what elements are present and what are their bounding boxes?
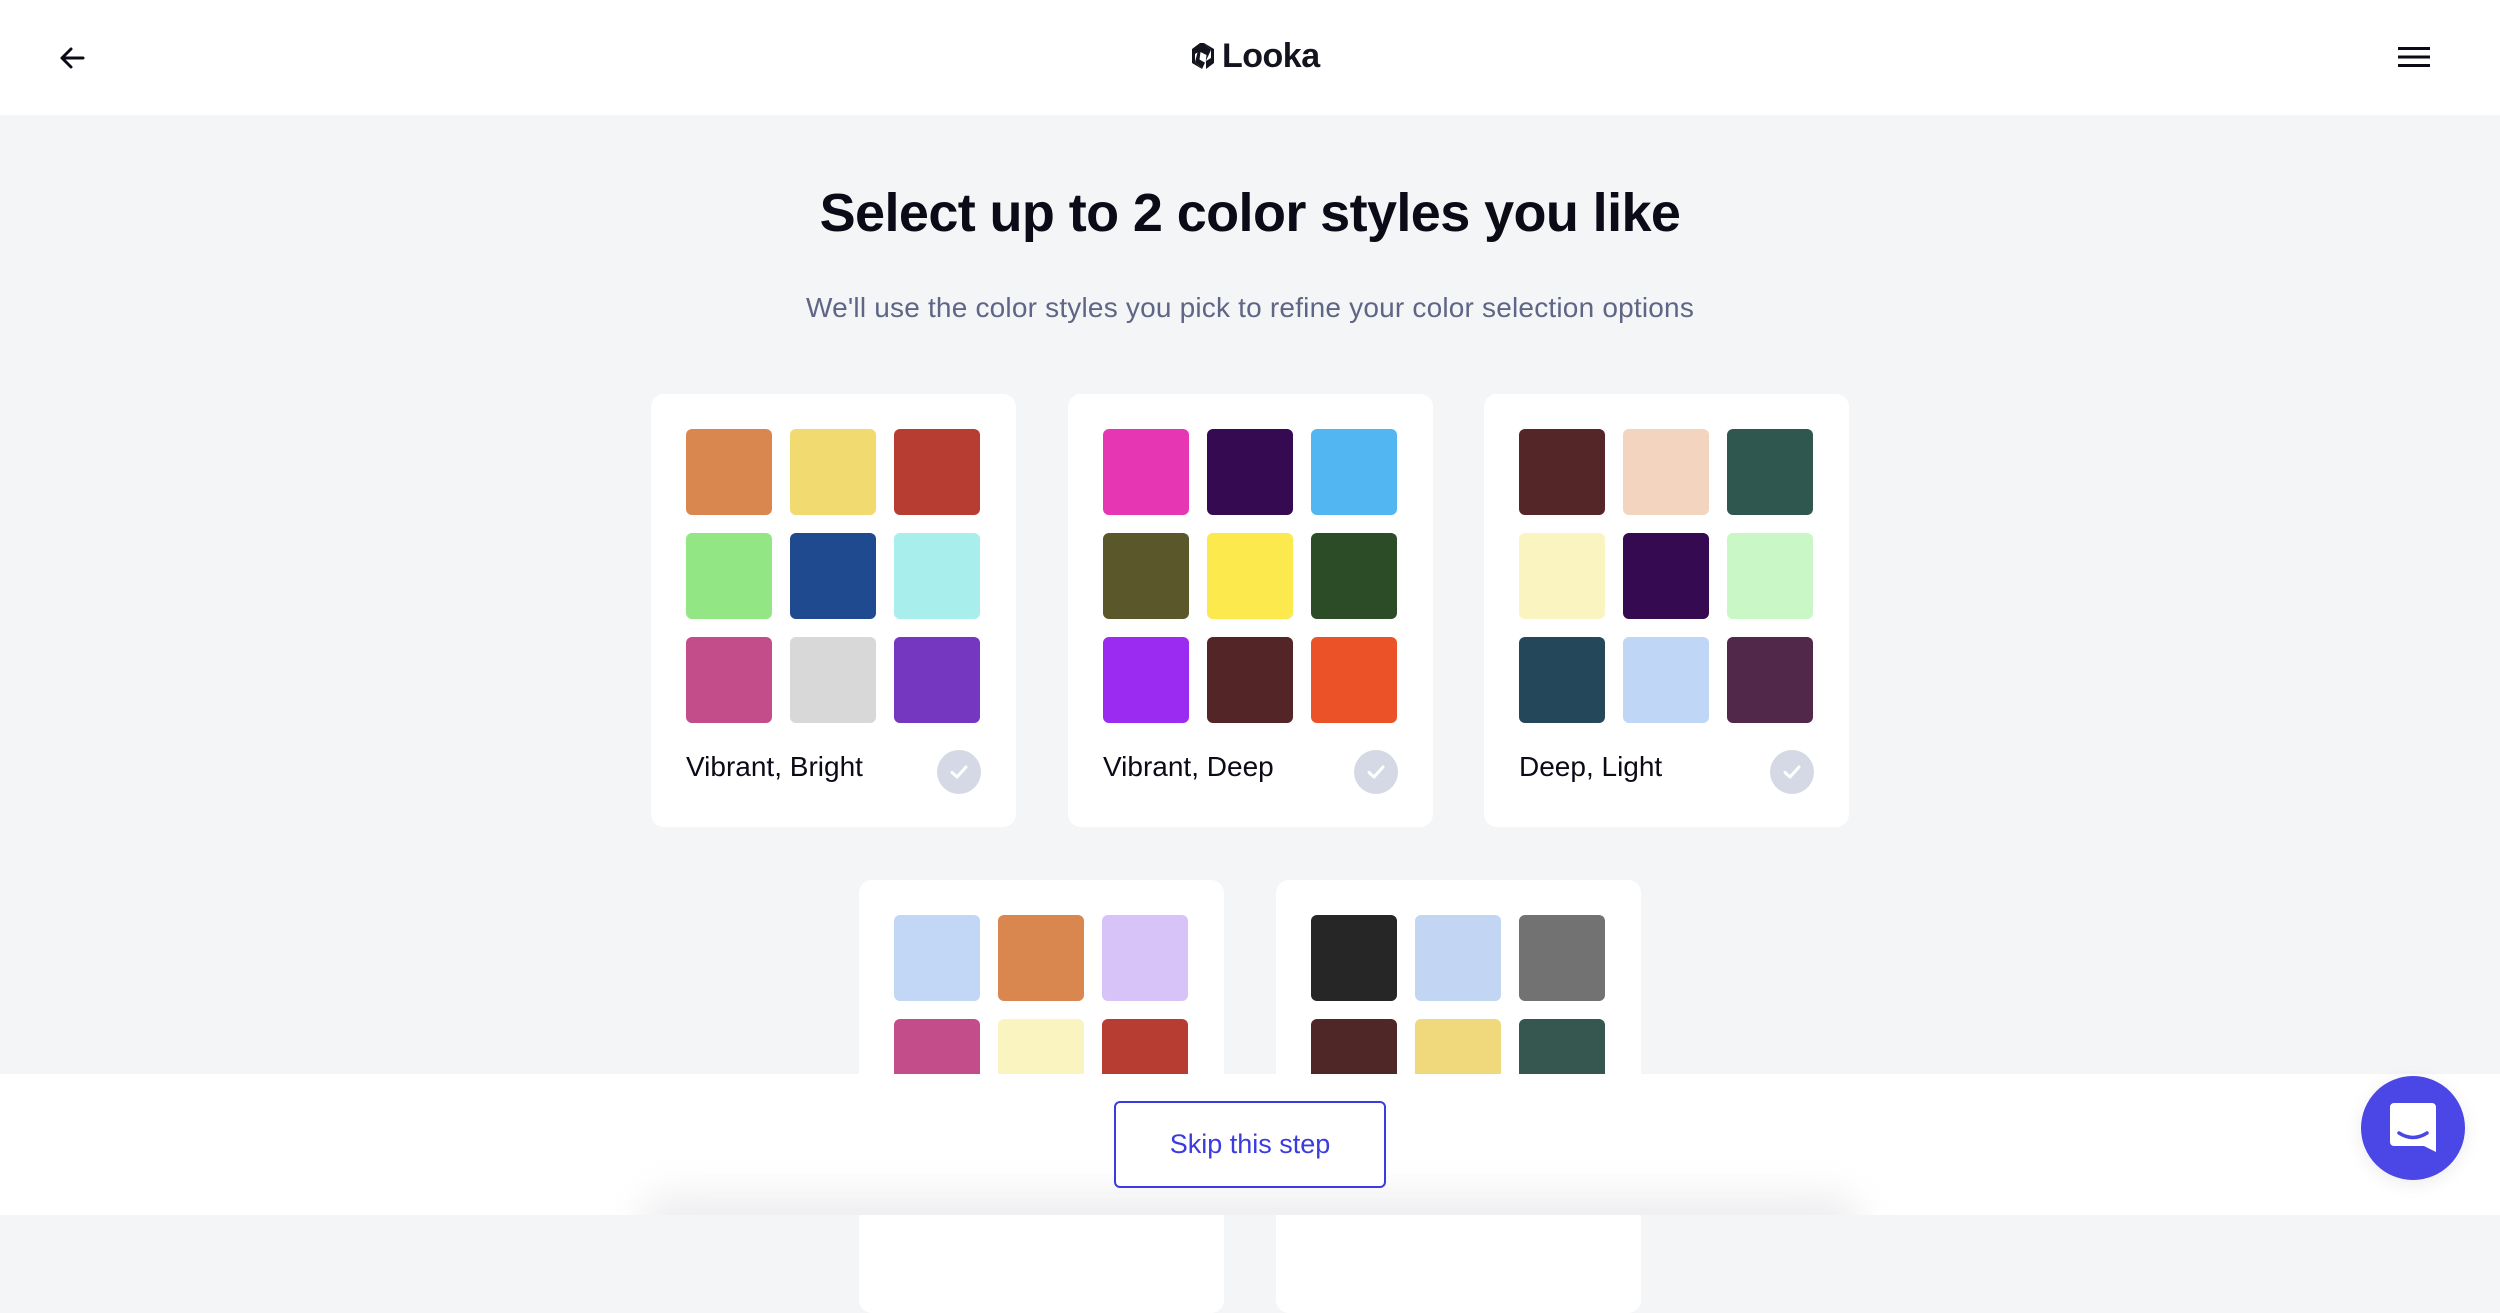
color-swatch [686, 637, 772, 723]
select-check[interactable] [1770, 750, 1814, 794]
arrow-left-icon [60, 47, 85, 69]
color-swatch [998, 915, 1084, 1001]
color-swatch [1519, 533, 1605, 619]
color-swatch [686, 533, 772, 619]
color-swatch [1311, 637, 1397, 723]
page-title: Select up to 2 color styles you like [819, 183, 1681, 243]
brand-name: Looka [1222, 36, 1320, 75]
color-swatch [1623, 637, 1709, 723]
checkmark-icon [1783, 765, 1801, 779]
color-swatch [1207, 637, 1293, 723]
color-swatch [894, 915, 980, 1001]
swatch-grid [686, 429, 980, 723]
color-swatch [1103, 429, 1189, 515]
color-style-card-vibrant-bright[interactable]: Vibrant, Bright [651, 394, 1016, 827]
looka-logo-icon [1192, 43, 1214, 69]
back-button[interactable] [52, 38, 92, 78]
color-swatch [894, 637, 980, 723]
color-swatch [1311, 915, 1397, 1001]
color-swatch [790, 533, 876, 619]
swatch-grid [1103, 429, 1397, 723]
checkmark-icon [1367, 765, 1385, 779]
select-check[interactable] [937, 750, 981, 794]
card-label: Deep, Light [1519, 751, 1663, 782]
footer-bar: Skip this step [0, 1074, 2500, 1215]
chat-launcher-button[interactable] [2361, 1076, 2465, 1180]
color-swatch [1519, 637, 1605, 723]
select-check[interactable] [1354, 750, 1398, 794]
card-label: Vibrant, Deep [1103, 751, 1274, 782]
color-swatch [894, 429, 980, 515]
color-swatch [790, 429, 876, 515]
color-swatch [1102, 915, 1188, 1001]
footer-shadow [640, 1194, 1860, 1215]
color-swatch [1519, 429, 1605, 515]
menu-button[interactable] [2393, 37, 2435, 77]
color-swatch [1103, 533, 1189, 619]
checkmark-icon [950, 765, 968, 779]
color-swatch [1311, 429, 1397, 515]
color-swatch [1311, 533, 1397, 619]
color-swatch [1727, 429, 1813, 515]
page-subtitle: We'll use the color styles you pick to r… [805, 292, 1695, 323]
skip-step-button[interactable]: Skip this step [1114, 1101, 1386, 1188]
card-label: Vibrant, Bright [686, 751, 863, 782]
color-swatch [1103, 637, 1189, 723]
color-swatch [1519, 915, 1605, 1001]
color-swatch [1727, 637, 1813, 723]
swatch-grid [1519, 429, 1813, 723]
color-swatch [894, 533, 980, 619]
color-swatch [1623, 429, 1709, 515]
color-swatch [1207, 429, 1293, 515]
brand-logo[interactable]: Looka [1190, 36, 1320, 75]
chat-bubble-icon [2390, 1103, 2436, 1152]
top-header: Looka [0, 0, 2500, 115]
color-style-card-deep-light[interactable]: Deep, Light [1484, 394, 1849, 827]
color-style-card-vibrant-deep[interactable]: Vibrant, Deep [1068, 394, 1433, 827]
color-swatch [1727, 533, 1813, 619]
color-swatch [790, 637, 876, 723]
hamburger-menu-icon [2398, 47, 2430, 67]
color-swatch [686, 429, 772, 515]
color-swatch [1415, 915, 1501, 1001]
color-swatch [1207, 533, 1293, 619]
color-swatch [1623, 533, 1709, 619]
